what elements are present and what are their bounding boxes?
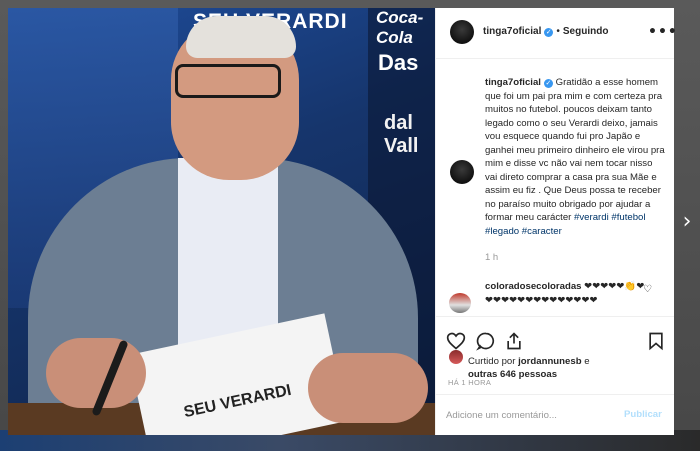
photo-sponsor-logo: dal Vall	[384, 112, 419, 157]
likes-conjunction: e	[581, 356, 590, 367]
header-separator: •	[556, 26, 560, 37]
likes-summary: Curtido por jordannunesb e outras 646 pe…	[468, 356, 668, 381]
post-timestamp: HÁ 1 HORA	[448, 378, 492, 387]
post-photo[interactable]: SEU VERARDI Coca-Cola Das dal Vall SEU V…	[8, 8, 435, 435]
comment-input[interactable]	[446, 405, 606, 425]
comment-item: coloradosecoloradas ❤❤❤❤❤👏❤ ❤❤❤❤❤❤❤❤❤❤❤❤…	[485, 280, 645, 307]
comment-bubble-icon[interactable]	[476, 331, 496, 351]
photo-sponsor-logo: Das	[378, 50, 419, 75]
publish-button[interactable]: Publicar	[624, 409, 662, 420]
caption-author-avatar[interactable]	[450, 160, 474, 184]
likes-user-link[interactable]: jordannunesb	[518, 356, 581, 367]
caption-text: Gratidão a esse homem que foi um pai pra…	[485, 77, 665, 223]
like-heart-icon[interactable]	[446, 331, 466, 351]
liker-avatar[interactable]	[449, 350, 463, 364]
photo-sponsor-logo: Coca-Cola	[376, 8, 424, 47]
author-avatar[interactable]	[450, 20, 474, 44]
post-side-panel: tinga7oficial ✓ • Seguindo ••• tinga7oficia…	[435, 8, 677, 436]
share-upload-icon[interactable]	[504, 331, 524, 351]
photo-person-hand	[46, 338, 146, 408]
following-button[interactable]: Seguindo	[563, 26, 609, 37]
post-header: tinga7oficial ✓ • Seguindo •••	[436, 8, 677, 59]
author-username[interactable]: tinga7oficial	[483, 26, 541, 37]
post-caption: tinga7oficial ✓ Gratidão a esse homem que…	[485, 76, 665, 238]
header-user-line: tinga7oficial ✓ • Seguindo	[483, 26, 608, 37]
verified-badge-icon: ✓	[543, 79, 553, 88]
verified-badge-icon: ✓	[544, 28, 554, 37]
next-post-arrow-icon[interactable]: ›	[679, 210, 695, 234]
commenter-avatar[interactable]	[449, 293, 471, 313]
more-options-icon[interactable]: •••	[648, 24, 678, 40]
caption-username[interactable]: tinga7oficial	[485, 77, 541, 88]
bookmark-save-icon[interactable]	[646, 331, 666, 351]
photo-person-hair	[186, 16, 296, 58]
photo-person-hand	[308, 353, 428, 423]
comment-like-heart-icon[interactable]: ♡	[643, 284, 652, 295]
add-comment-bar: Publicar	[436, 394, 674, 436]
photo-person-glasses	[175, 64, 281, 98]
likes-prefix: Curtido por	[468, 356, 519, 367]
comment-username[interactable]: coloradosecoloradas	[485, 281, 582, 292]
caption-time: 1 h	[485, 252, 499, 263]
